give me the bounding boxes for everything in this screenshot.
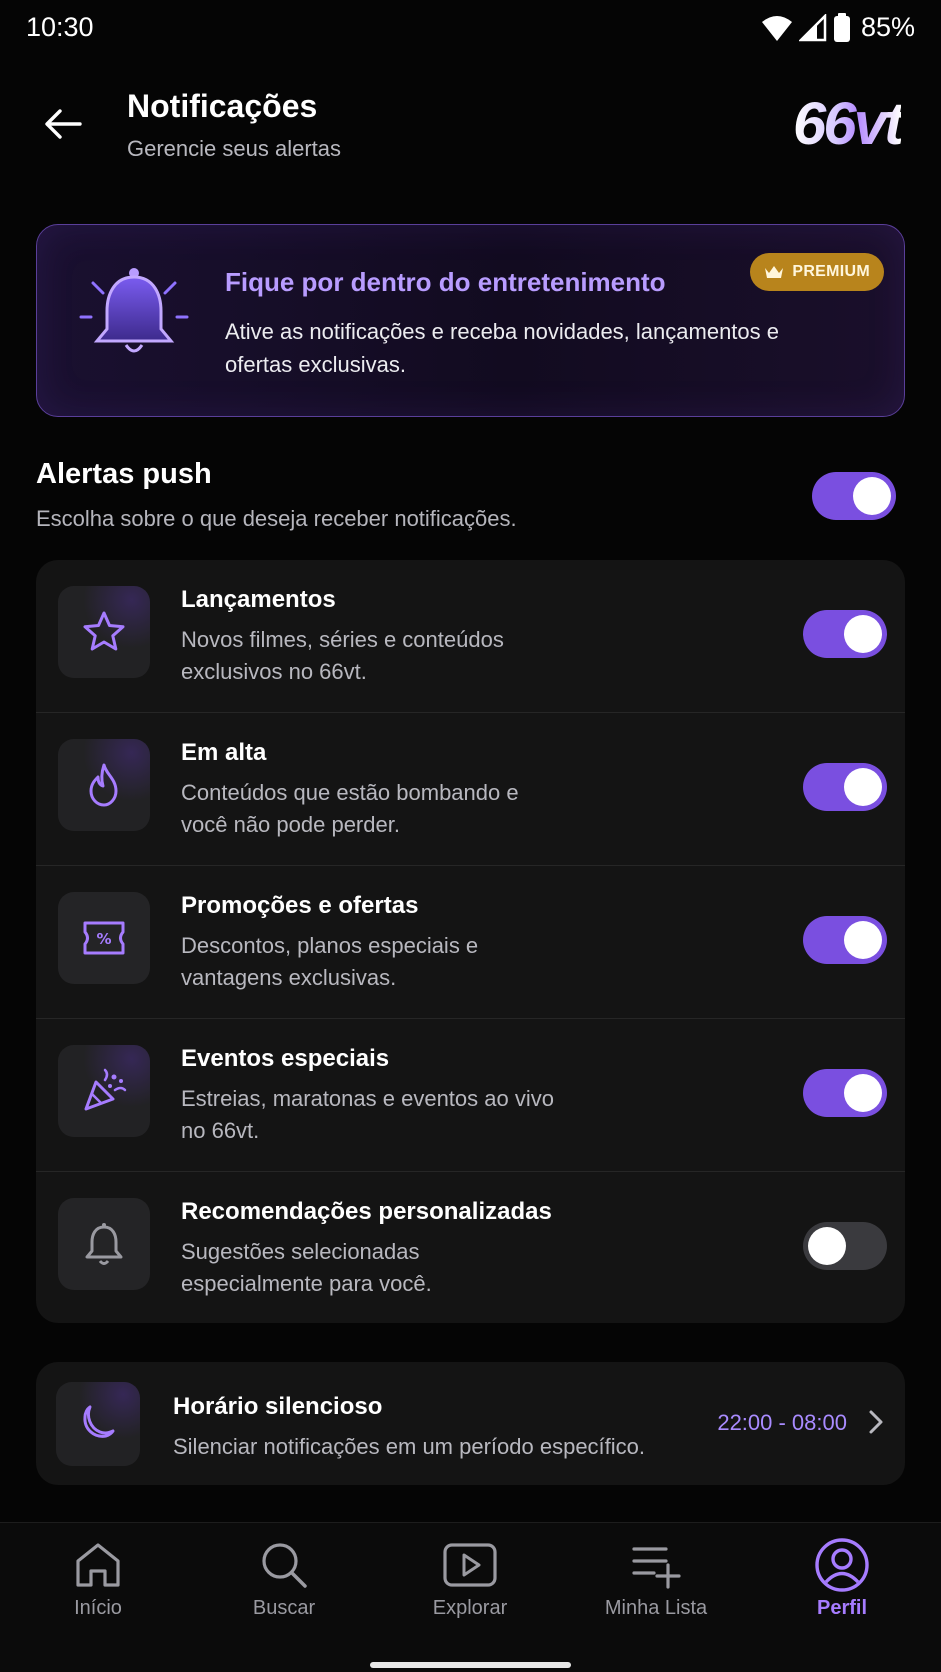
- toggle-knob: [844, 615, 882, 653]
- row-description: Estreias, maratonas e eventos ao vivo no…: [181, 1086, 554, 1143]
- svg-text:%: %: [96, 930, 111, 948]
- eventos-toggle[interactable]: [803, 1069, 887, 1117]
- row-title: Promoções e ofertas: [181, 892, 419, 919]
- promocoes-toggle[interactable]: [803, 916, 887, 964]
- list-item-promocoes[interactable]: % Promoções e ofertas Descontos, planos …: [36, 866, 905, 1019]
- status-icons: 85%: [761, 12, 915, 43]
- signal-icon: [798, 13, 827, 41]
- moon-icon: [83, 1405, 115, 1438]
- quiet-hours-description: Silenciar notificações em um período esp…: [173, 1434, 646, 1459]
- row-description: Conteúdos que estão bombando e você não …: [181, 780, 519, 837]
- status-time: 10:30: [26, 12, 94, 42]
- back-button[interactable]: [38, 102, 88, 146]
- nav-item-explorar[interactable]: Explorar: [390, 1541, 550, 1641]
- push-alerts-title: Alertas push: [36, 458, 212, 490]
- toggle-knob: [853, 477, 891, 515]
- search-icon: [262, 1543, 307, 1588]
- row-icon-box: [58, 1198, 150, 1290]
- row-icon-box: [56, 1382, 140, 1466]
- row-description: Sugestões selecionadas especialmente par…: [181, 1239, 432, 1296]
- bell-glow-icon: [79, 268, 189, 353]
- nav-label: Início: [74, 1597, 122, 1619]
- promo-title: Fique por dentro do entretenimento: [225, 267, 666, 297]
- toggle-knob: [808, 1227, 846, 1265]
- status-bar: 10:30 85%: [0, 0, 941, 58]
- push-alerts-toggle[interactable]: [812, 472, 896, 520]
- list-item-em-alta[interactable]: Em alta Conteúdos que estão bombando e v…: [36, 713, 905, 866]
- row-description: Descontos, planos especiais e vantagens …: [181, 933, 479, 990]
- nav-item-minha-lista[interactable]: Minha Lista: [576, 1541, 736, 1641]
- bell-icon: [85, 1223, 123, 1265]
- page-title: Notificações: [127, 88, 318, 124]
- chevron-right-icon: [869, 1410, 883, 1434]
- recomendacoes-toggle[interactable]: [803, 1222, 887, 1270]
- promo-text: Ative as notificações e receba novidades…: [225, 319, 779, 377]
- row-title: Lançamentos: [181, 586, 336, 613]
- premium-badge: PREMIUM: [750, 253, 884, 291]
- em-alta-toggle[interactable]: [803, 763, 887, 811]
- toggle-knob: [844, 1074, 882, 1112]
- page-subtitle: Gerencie seus alertas: [127, 136, 341, 161]
- playlist-add-icon: [632, 1547, 681, 1589]
- row-title: Eventos especiais: [181, 1045, 390, 1072]
- discount-ticket-icon: %: [83, 921, 125, 955]
- row-title: Recomendações personalizadas: [181, 1198, 552, 1225]
- nav-item-inicio[interactable]: Início: [18, 1541, 178, 1641]
- promo-banner: Fique por dentro do entretenimento Ative…: [36, 224, 905, 417]
- bottom-navigation: Início Buscar Explorar Minha Lista Perfi…: [0, 1522, 941, 1672]
- flame-icon: [89, 763, 118, 807]
- quiet-hours-row[interactable]: Horário silencioso Silenciar notificaçõe…: [36, 1362, 905, 1485]
- row-icon-box: %: [58, 892, 150, 984]
- profile-icon: [815, 1538, 869, 1592]
- row-icon-box: [58, 586, 150, 678]
- list-item-eventos[interactable]: Eventos especiais Estreias, maratonas e …: [36, 1019, 905, 1172]
- crown-icon: [765, 266, 784, 278]
- home-indicator[interactable]: [370, 1662, 571, 1668]
- notification-list: Lançamentos Novos filmes, séries e conte…: [36, 560, 905, 1323]
- brand-logo: 66vt: [792, 90, 904, 157]
- battery-icon: [833, 12, 850, 42]
- party-popper-icon: [84, 1068, 127, 1111]
- list-item-recomendacoes[interactable]: Recomendações personalizadas Sugestões s…: [36, 1172, 905, 1323]
- nav-label: Buscar: [252, 1597, 316, 1619]
- list-item-lancamentos[interactable]: Lançamentos Novos filmes, séries e conte…: [36, 560, 905, 713]
- toggle-knob: [844, 921, 882, 959]
- quiet-hours-time: 22:00 - 08:00: [717, 1410, 847, 1435]
- wifi-icon: [761, 15, 792, 41]
- row-title: Em alta: [181, 739, 267, 766]
- battery-level: 85%: [860, 12, 915, 42]
- lancamentos-toggle[interactable]: [803, 610, 887, 658]
- toggle-knob: [844, 768, 882, 806]
- nav-item-buscar[interactable]: Buscar: [204, 1541, 364, 1641]
- nav-label: Perfil: [816, 1597, 868, 1619]
- nav-label: Explorar: [432, 1597, 508, 1619]
- premium-label: PREMIUM: [792, 263, 870, 280]
- quiet-hours-title: Horário silencioso: [173, 1393, 383, 1420]
- row-description: Novos filmes, séries e conteúdos exclusi…: [181, 627, 504, 684]
- play-icon: [443, 1543, 497, 1587]
- home-icon: [76, 1543, 120, 1587]
- row-icon-box: [58, 739, 150, 831]
- arrow-left-icon: [45, 109, 82, 139]
- nav-item-perfil[interactable]: Perfil: [762, 1538, 922, 1641]
- row-icon-box: [58, 1045, 150, 1137]
- push-alerts-subtitle: Escolha sobre o que deseja receber notif…: [36, 506, 517, 531]
- star-icon: [83, 611, 125, 651]
- nav-label: Minha Lista: [604, 1597, 708, 1619]
